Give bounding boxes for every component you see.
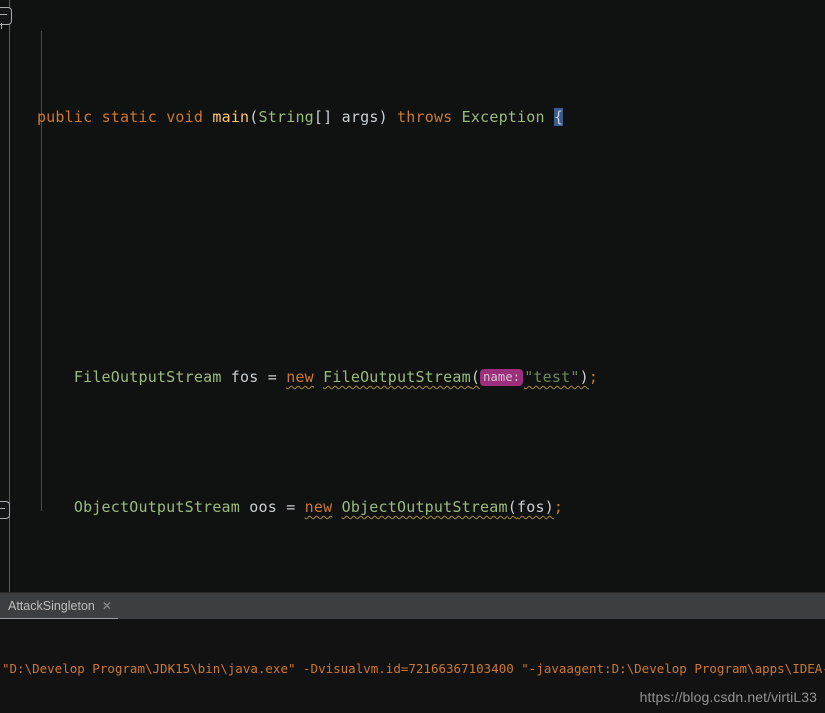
token-type: String — [258, 108, 314, 126]
token-keyword: void — [166, 108, 204, 126]
code-line-2[interactable] — [0, 234, 825, 260]
code-line-1[interactable]: public static void main(String[] args) t… — [0, 104, 825, 130]
code-line-4[interactable]: ObjectOutputStream oos = new ObjectOutpu… — [0, 494, 825, 520]
token-keyword: static — [101, 108, 157, 126]
code-line-3[interactable]: FileOutputStream fos = new FileOutputStr… — [0, 364, 825, 390]
watermark: https://blog.csdn.net/virtiL33 — [639, 689, 817, 705]
token-type: Exception — [461, 108, 545, 126]
close-icon[interactable]: ✕ — [102, 600, 112, 612]
console-tabbar[interactable]: AttackSingleton ✕ — [0, 593, 825, 620]
token-keyword: public — [36, 108, 93, 126]
code-content[interactable]: public static void main(String[] args) t… — [0, 0, 825, 592]
console-tab-attacksingleton[interactable]: AttackSingleton ✕ — [0, 593, 122, 619]
console-tab-label: AttackSingleton — [8, 599, 95, 613]
ide-window: public static void main(String[] args) t… — [0, 0, 825, 713]
token-method: main — [212, 108, 250, 126]
console-line-command: "D:\Develop Program\JDK15\bin\java.exe" … — [2, 661, 825, 676]
token-keyword: throws — [397, 108, 453, 126]
matching-brace: { — [553, 108, 564, 126]
param-hint-name: name: — [480, 369, 524, 386]
code-editor[interactable]: public static void main(String[] args) t… — [0, 0, 825, 592]
